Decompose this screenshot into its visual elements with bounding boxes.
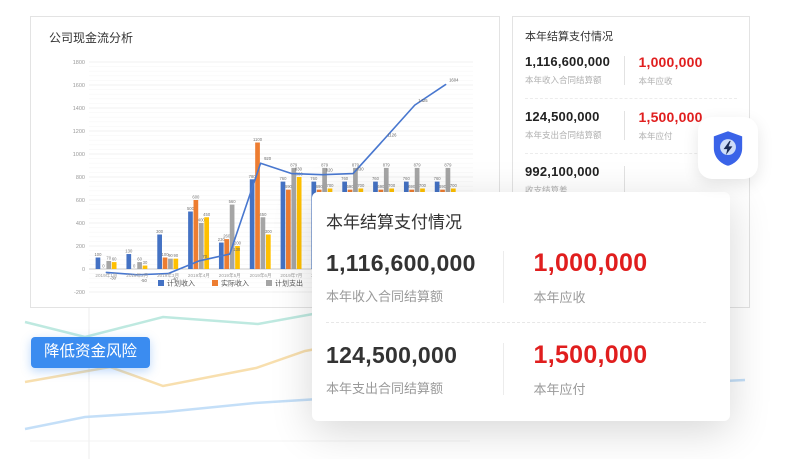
dashed-divider [525,98,737,99]
svg-text:130: 130 [233,247,241,252]
popup-expense-settled-value: 124,500,000 [326,342,503,369]
svg-text:400: 400 [76,221,85,227]
svg-text:690: 690 [408,184,416,189]
svg-text:500: 500 [187,206,195,211]
svg-text:700: 700 [450,183,458,188]
svg-text:700: 700 [388,183,396,188]
svg-text:260: 260 [223,234,231,239]
svg-text:200: 200 [76,244,85,250]
svg-text:1100: 1100 [253,137,263,142]
popup-row-expense: 124,500,000 本年支出合同结算额 1,500,000 本年应付 [326,339,710,398]
panel-row-income: 1,116,600,000 本年收入合同结算额 1,000,000 本年应收 [513,46,749,96]
svg-text:820: 820 [326,168,334,173]
svg-text:690: 690 [439,184,447,189]
svg-text:30: 30 [143,260,148,265]
expense-settled-value: 124,500,000 [525,109,624,124]
popup-payable-label: 本年应付 [534,379,711,398]
svg-text:690: 690 [377,184,385,189]
svg-text:1126: 1126 [387,133,397,138]
svg-text:计划收入: 计划收入 [167,279,195,288]
settlement-popup-card: 本年结算支付情况 1,116,600,000 本年收入合同结算额 1,000,0… [312,192,730,421]
svg-text:690: 690 [316,184,324,189]
svg-text:实际收入: 实际收入 [221,279,249,288]
svg-text:879: 879 [444,162,452,167]
svg-text:100: 100 [94,252,102,257]
popup-expense-settled-label: 本年支出合同结算额 [326,378,503,397]
svg-text:2019年4月: 2019年4月 [188,272,210,279]
svg-text:760: 760 [434,176,442,181]
svg-text:690: 690 [285,184,293,189]
reduce-risk-badge[interactable]: 降低资金风险 [31,337,150,368]
svg-text:2019年1月: 2019年1月 [95,272,117,279]
receivable-value: 1,000,000 [639,54,738,70]
svg-text:690: 690 [347,184,355,189]
expense-settled-label: 本年支出合同结算额 [525,129,624,141]
svg-text:1200: 1200 [73,129,85,135]
svg-text:800: 800 [76,175,85,181]
svg-text:300: 300 [156,229,164,234]
svg-text:1800: 1800 [73,60,85,66]
svg-text:2019年3月: 2019年3月 [157,272,179,279]
svg-text:879: 879 [414,162,422,167]
svg-text:830: 830 [295,167,303,172]
svg-text:600: 600 [192,195,200,200]
svg-text:450: 450 [203,212,211,217]
popup-receivable-value: 1,000,000 [534,249,711,278]
svg-text:2019年5月: 2019年5月 [219,272,241,279]
svg-text:700: 700 [327,183,335,188]
svg-text:879: 879 [383,162,391,167]
svg-text:300: 300 [265,229,273,234]
svg-text:-200: -200 [74,290,85,296]
popup-payable-value: 1,500,000 [534,341,711,370]
popup-income-settled-label: 本年收入合同结算额 [326,286,503,305]
svg-text:2019年6月: 2019年6月 [250,272,272,279]
svg-text:760: 760 [310,176,318,181]
income-settled-value: 1,116,600,000 [525,54,624,69]
svg-text:600: 600 [76,198,85,204]
shield-lightning-icon [711,130,745,167]
balance-value: 992,100,000 [525,164,624,179]
svg-text:560: 560 [229,199,237,204]
svg-text:2019年2月: 2019年2月 [126,272,148,279]
svg-text:700: 700 [357,183,365,188]
svg-text:70: 70 [202,254,207,259]
svg-text:130: 130 [125,249,133,254]
popup-income-settled-value: 1,116,600,000 [326,250,503,277]
svg-text:1000: 1000 [73,152,85,158]
svg-text:60: 60 [112,257,117,262]
income-settled-label: 本年收入合同结算额 [525,74,624,86]
svg-text:1604: 1604 [449,78,459,83]
shield-widget[interactable] [698,117,758,179]
svg-text:760: 760 [403,176,411,181]
svg-text:0: 0 [82,267,85,273]
popup-receivable-label: 本年应收 [534,287,711,306]
svg-text:830: 830 [357,167,365,172]
svg-text:760: 760 [341,176,349,181]
popup-title: 本年结算支付情况 [326,208,710,233]
svg-text:-50: -50 [141,278,148,283]
svg-text:1425: 1425 [418,98,428,103]
svg-text:计划支出: 计划支出 [275,279,303,288]
receivable-label: 本年应收 [639,75,738,87]
popup-dashed-divider [326,322,706,323]
popup-row-income: 1,116,600,000 本年收入合同结算额 1,000,000 本年应收 [326,247,710,306]
svg-text:1400: 1400 [73,106,85,112]
svg-text:200: 200 [234,241,242,246]
svg-text:90: 90 [173,253,178,258]
svg-text:879: 879 [321,162,329,167]
svg-text:920: 920 [264,156,272,161]
column-divider [624,166,625,194]
svg-text:2019年7月: 2019年7月 [280,272,302,279]
svg-text:700: 700 [419,183,427,188]
svg-text:400: 400 [198,218,206,223]
chart-title: 公司现金流分析 [49,29,133,46]
svg-text:760: 760 [279,176,287,181]
svg-text:760: 760 [372,176,380,181]
svg-text:1600: 1600 [73,83,85,89]
panel-title: 本年结算支付情况 [513,17,749,46]
svg-text:450: 450 [259,212,267,217]
